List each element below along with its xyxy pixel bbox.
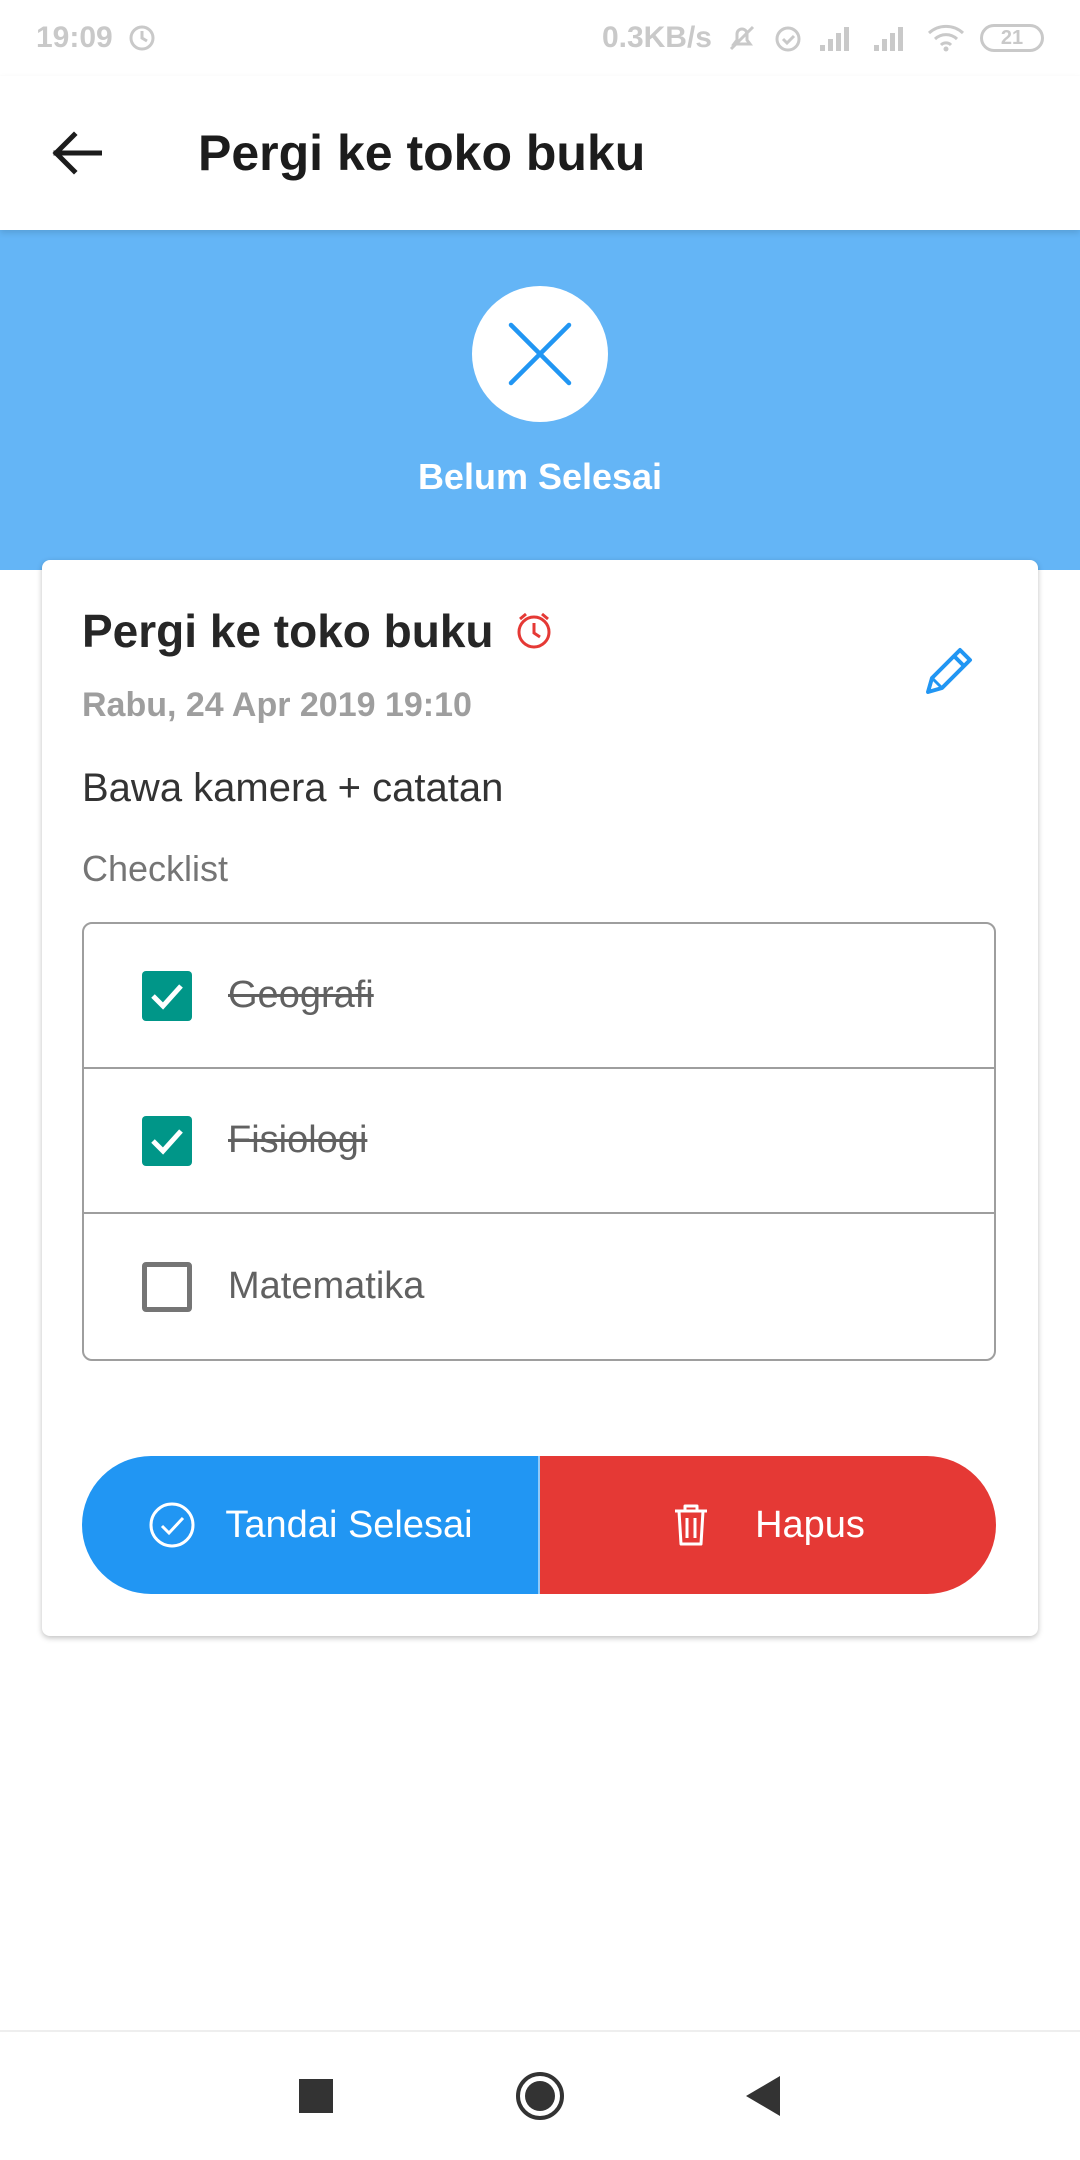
checkbox-checked[interactable] — [142, 970, 192, 1021]
status-time: 19:09 — [36, 21, 113, 54]
pencil-icon — [926, 648, 972, 694]
checklist-item-label: Matematika — [228, 1265, 425, 1307]
checklist-item[interactable]: Fisiologi — [84, 1069, 994, 1214]
status-left: 19:09 — [36, 21, 157, 55]
battery-icon: 21 — [980, 24, 1044, 52]
checklist-item-label: Fisiologi — [228, 1119, 368, 1161]
delete-button[interactable]: Hapus — [540, 1456, 996, 1594]
data-saver-icon — [127, 23, 157, 53]
checklist-item[interactable]: Geografi — [84, 924, 994, 1069]
checklist-label: Checklist — [82, 848, 229, 889]
task-date: Rabu, 24 Apr 2019 19:10 — [82, 686, 472, 724]
signal-icon — [818, 23, 858, 53]
task-card: Pergi ke toko buku Rabu, 24 Apr 2019 19:… — [42, 560, 1038, 1636]
network-speed: 0.3KB/s — [601, 21, 712, 54]
checklist-item[interactable]: Matematika — [84, 1214, 994, 1359]
status-icon-circle — [472, 286, 608, 422]
checklist: Geografi Fisiologi Matematika — [82, 922, 996, 1361]
arrow-left-icon — [52, 131, 102, 175]
battery-level: 21 — [1000, 26, 1024, 49]
alarm-clock-icon — [772, 22, 804, 54]
edit-button[interactable] — [912, 636, 984, 708]
task-description: Bawa kamera + catatan — [82, 766, 504, 810]
page-title: Pergi ke toko buku — [198, 125, 646, 181]
check-icon — [151, 983, 183, 1010]
mark-done-button[interactable]: Tandai Selesai — [82, 1456, 540, 1594]
app-bar: Pergi ke toko buku — [0, 76, 1080, 230]
check-icon — [151, 1128, 183, 1155]
checkbox-unchecked[interactable] — [142, 1261, 192, 1312]
task-title: Pergi ke toko buku — [82, 605, 494, 657]
status-label: Belum Selesai — [417, 456, 663, 497]
status-bar: 19:09 0.3KB/s 21 — [0, 0, 1080, 76]
system-nav-bar — [0, 2030, 1080, 2160]
check-circle-icon — [149, 1502, 195, 1548]
back-button[interactable] — [40, 117, 112, 189]
status-right: 0.3KB/s 21 — [602, 21, 1044, 55]
back-nav-button[interactable] — [724, 2056, 804, 2136]
square-icon — [299, 2079, 333, 2113]
checklist-item-label: Geografi — [228, 974, 374, 1016]
recents-button[interactable] — [276, 2056, 356, 2136]
checkbox-checked[interactable] — [142, 1115, 192, 1166]
triangle-back-icon — [746, 2076, 780, 2116]
home-button[interactable] — [500, 2056, 580, 2136]
signal-icon-2 — [872, 23, 912, 53]
task-title-row: Pergi ke toko buku — [82, 604, 554, 658]
mark-done-label: Tandai Selesai — [225, 1503, 473, 1546]
mute-icon — [726, 22, 758, 54]
close-icon — [508, 322, 572, 386]
alarm-icon — [514, 611, 554, 651]
home-circle-icon — [516, 2072, 564, 2120]
action-buttons: Tandai Selesai Hapus — [82, 1456, 996, 1594]
delete-label: Hapus — [755, 1503, 865, 1546]
trash-icon — [675, 1504, 708, 1546]
wifi-icon — [926, 23, 966, 53]
